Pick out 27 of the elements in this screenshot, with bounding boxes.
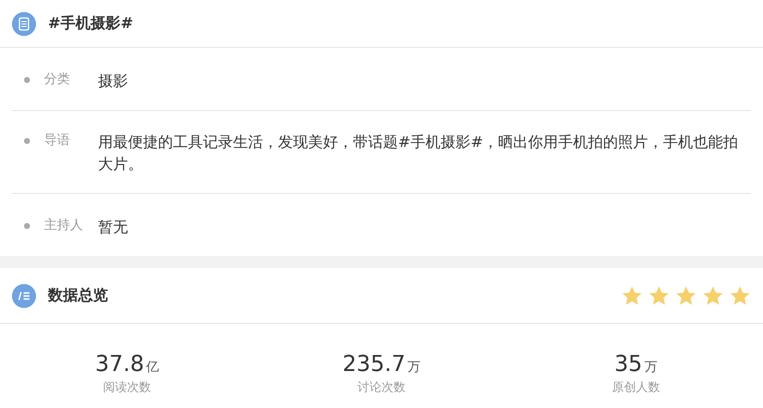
stat-label: 讨论次数: [357, 379, 406, 396]
topic-title: #手机摄影#: [48, 14, 134, 33]
star-icon: [702, 284, 724, 306]
detail-value: 用最便捷的工具记录生活，发现美好，带话题#手机摄影#，晒出你用手机拍的照片，手机也能拍大片。: [98, 132, 740, 175]
detail-label: 导语: [44, 132, 71, 150]
stat-label: 原创人数: [612, 379, 660, 396]
document-icon: [12, 12, 36, 36]
star-icon: [648, 284, 670, 306]
stat-unit: 万: [407, 359, 420, 376]
star-icon: [729, 284, 751, 306]
bullet-icon: [24, 138, 30, 144]
detail-value: 暂无: [98, 217, 129, 238]
stat-unit: 万: [644, 359, 658, 376]
overview-title: 数据总览: [48, 286, 108, 305]
detail-label: 分类: [44, 71, 71, 89]
list-icon: [12, 284, 36, 308]
stat-value: 235.7: [342, 352, 406, 377]
stat-value: 37.8: [95, 352, 144, 377]
detail-value: 摄影: [98, 71, 129, 92]
star-icon: [675, 284, 697, 306]
star-icon: [621, 284, 643, 306]
stat-value: 35: [614, 352, 642, 377]
stat-unit: 亿: [146, 359, 160, 376]
bullet-icon: [24, 77, 30, 83]
bullet-icon: [24, 223, 30, 229]
stat-label: 阅读次数: [103, 379, 152, 396]
detail-label: 主持人: [44, 217, 84, 235]
